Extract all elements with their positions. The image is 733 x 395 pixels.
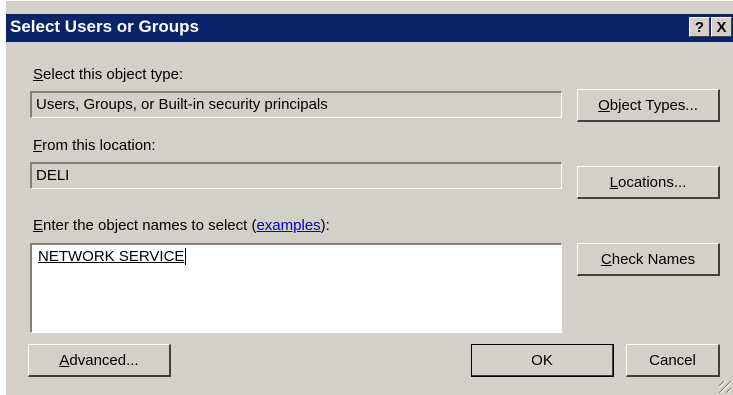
close-icon: X: [716, 18, 727, 36]
dialog-title: Select Users or Groups: [10, 17, 199, 36]
resolved-name: NETWORK SERVICE: [38, 248, 187, 265]
select-users-dialog: Select Users or Groups ? X Select this o…: [4, 0, 733, 395]
ok-button[interactable]: OK: [471, 344, 614, 377]
close-button[interactable]: X: [711, 17, 732, 37]
location-field: DELI: [30, 162, 562, 189]
object-type-field: Users, Groups, or Built-in security prin…: [30, 91, 562, 118]
cancel-button[interactable]: Cancel: [626, 344, 720, 377]
resize-grip-icon[interactable]: [719, 381, 731, 393]
object-types-button[interactable]: Object Types...: [577, 89, 720, 122]
title-bar[interactable]: Select Users or Groups ? X: [6, 14, 733, 42]
object-names-input[interactable]: NETWORK SERVICE: [30, 243, 562, 333]
location-label: From this location:: [33, 137, 156, 154]
check-names-button[interactable]: Check Names: [577, 243, 720, 276]
locations-button[interactable]: Locations...: [577, 166, 720, 199]
help-icon: ?: [694, 18, 705, 36]
examples-link[interactable]: examples: [256, 217, 320, 234]
object-names-label: Enter the object names to select (exampl…: [33, 217, 330, 234]
object-type-label: Select this object type:: [33, 66, 184, 83]
advanced-button[interactable]: Advanced...: [28, 344, 171, 377]
help-button[interactable]: ?: [689, 17, 710, 37]
